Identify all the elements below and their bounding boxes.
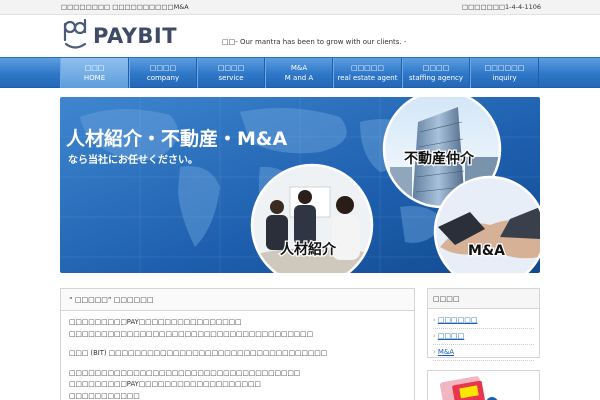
nav-item-label: M&A bbox=[290, 64, 308, 72]
nav-item-label: □□□□ bbox=[217, 64, 245, 72]
sidebar-banner-box bbox=[427, 370, 540, 400]
sidebar-link-1[interactable]: □□□□□□ bbox=[438, 316, 478, 324]
sidebar-services-box: □□□□ › □□□□□□ › □□□□ › M&A bbox=[427, 288, 540, 361]
nav-item-sublabel: real estate agent bbox=[337, 74, 398, 82]
top-info-bar: □□□□□□□□ □□□□□□□□□□M&A □□□□□□□1-4-4-1106 bbox=[0, 0, 600, 15]
nav-item-inquiry[interactable]: □□□□□□ inquiry bbox=[470, 58, 539, 88]
text-line: □□□ (BIT) □□□□□□□□□□□□□□□□□□□□□□□□□□□□□□… bbox=[69, 349, 328, 357]
hero-banner-image: 人材紹介・不動産・M&A なら当社にお任せください。 不動産仲介 人材紹介 M&… bbox=[60, 97, 540, 273]
text-line: □□□□□□□□□PAY□□□□□□□□□□□□□□□□□□□ bbox=[69, 380, 261, 388]
text-line: □□□□□□□□□□□□□□□□□□□□□□□□□□□□□□□□□□□□□□ bbox=[69, 329, 314, 338]
sidebar-banner-image[interactable] bbox=[428, 371, 541, 400]
nav-item-service[interactable]: □□□□ service bbox=[197, 58, 265, 88]
site-header: PAYBIT □□- Our mantra has been to grow w… bbox=[0, 15, 600, 57]
banner-headline: 人材紹介・不動産・M&A bbox=[66, 127, 287, 150]
paragraph: □□□□□□□□□□□□□□□□□□□□□□□□□□□□□□□□□□□□ □□□… bbox=[69, 368, 406, 400]
logo-mark-icon bbox=[63, 18, 87, 49]
nav-item-label: □□□□ bbox=[149, 64, 177, 72]
nav-item-label: □□□□□ bbox=[350, 64, 385, 72]
nav-item-sublabel: HOME bbox=[83, 74, 106, 82]
nav-item-real-estate-agent[interactable]: □□□□□ real estate agent bbox=[333, 58, 402, 88]
nav-item-label: □□□ bbox=[84, 64, 105, 72]
main-section-text: □□□□□□□□□PAY□□□□□□□□□□□□□□□□ □□□□□□□□□□□… bbox=[61, 311, 414, 400]
top-bar-address: □□□□□□□1-4-4-1106 bbox=[462, 3, 541, 11]
nav-item-sublabel: staffing agency bbox=[408, 74, 464, 82]
nav-item-sublabel: company bbox=[146, 74, 180, 82]
sidebar-title: □□□□ bbox=[428, 289, 539, 309]
text-line: □□□□□□□□□□□□□□□□□□□□□□□□□□□□□□□□□□□□ bbox=[69, 368, 301, 377]
banner-label-m-and-a: M&A bbox=[468, 243, 505, 259]
paybit-logo[interactable]: PAYBIT bbox=[61, 18, 211, 52]
nav-item-sublabel: inquiry bbox=[492, 74, 517, 82]
paragraph: □□□ (BIT) □□□□□□□□□□□□□□□□□□□□□□□□□□□□□□… bbox=[69, 348, 406, 360]
nav-item-label: □□□□ bbox=[422, 64, 450, 72]
bullet-icon: › bbox=[433, 348, 436, 356]
text-line: □□□□□□□□□PAY□□□□□□□□□□□□□□□□ bbox=[69, 318, 242, 326]
sidebar-link-m-and-a[interactable]: M&A bbox=[438, 348, 454, 356]
logo-text: PAYBIT bbox=[93, 24, 177, 48]
top-bar-description: □□□□□□□□ □□□□□□□□□□M&A bbox=[61, 3, 189, 11]
sidebar-item: › □□□□ bbox=[433, 329, 534, 345]
sidebar-link-2[interactable]: □□□□ bbox=[438, 332, 464, 340]
main-section-title: “ □□□□□” □□□□□□ bbox=[61, 289, 414, 311]
header-tagline: □□- Our mantra has been to grow with our… bbox=[222, 38, 407, 46]
nav-item-sublabel: service bbox=[218, 74, 244, 82]
nav-item-home[interactable]: □□□ HOME bbox=[60, 58, 129, 88]
nav-item-m-and-a[interactable]: M&A M and A bbox=[265, 58, 333, 88]
nav-item-sublabel: M and A bbox=[284, 74, 314, 82]
sidebar-link-list: › □□□□□□ › □□□□ › M&A bbox=[428, 309, 539, 365]
text-line: □□□□□□□□□□□ bbox=[69, 391, 140, 400]
banner-label-real-estate: 不動産仲介 bbox=[404, 150, 475, 167]
sidebar-item: › M&A bbox=[433, 345, 534, 361]
main-navigation: □□□ HOME □□□□ company □□□□ service M&A M… bbox=[0, 57, 600, 88]
hero-banner: 人材紹介・不動産・M&A なら当社にお任せください。 不動産仲介 人材紹介 M&… bbox=[60, 97, 540, 273]
sidebar-item: › □□□□□□ bbox=[433, 313, 534, 329]
bullet-icon: › bbox=[433, 332, 436, 340]
main-content-box: “ □□□□□” □□□□□□ □□□□□□□□□PAY□□□□□□□□□□□□… bbox=[60, 288, 415, 400]
nav-item-company[interactable]: □□□□ company bbox=[129, 58, 197, 88]
nav-item-label: □□□□□□ bbox=[484, 64, 525, 72]
banner-label-staffing: 人材紹介 bbox=[280, 241, 337, 258]
nav-item-staffing-agency[interactable]: □□□□ staffing agency bbox=[402, 58, 470, 88]
paragraph: □□□□□□□□□PAY□□□□□□□□□□□□□□□□ □□□□□□□□□□□… bbox=[69, 317, 406, 340]
banner-subline: なら当社にお任せください。 bbox=[68, 153, 198, 166]
bullet-icon: › bbox=[433, 316, 436, 324]
